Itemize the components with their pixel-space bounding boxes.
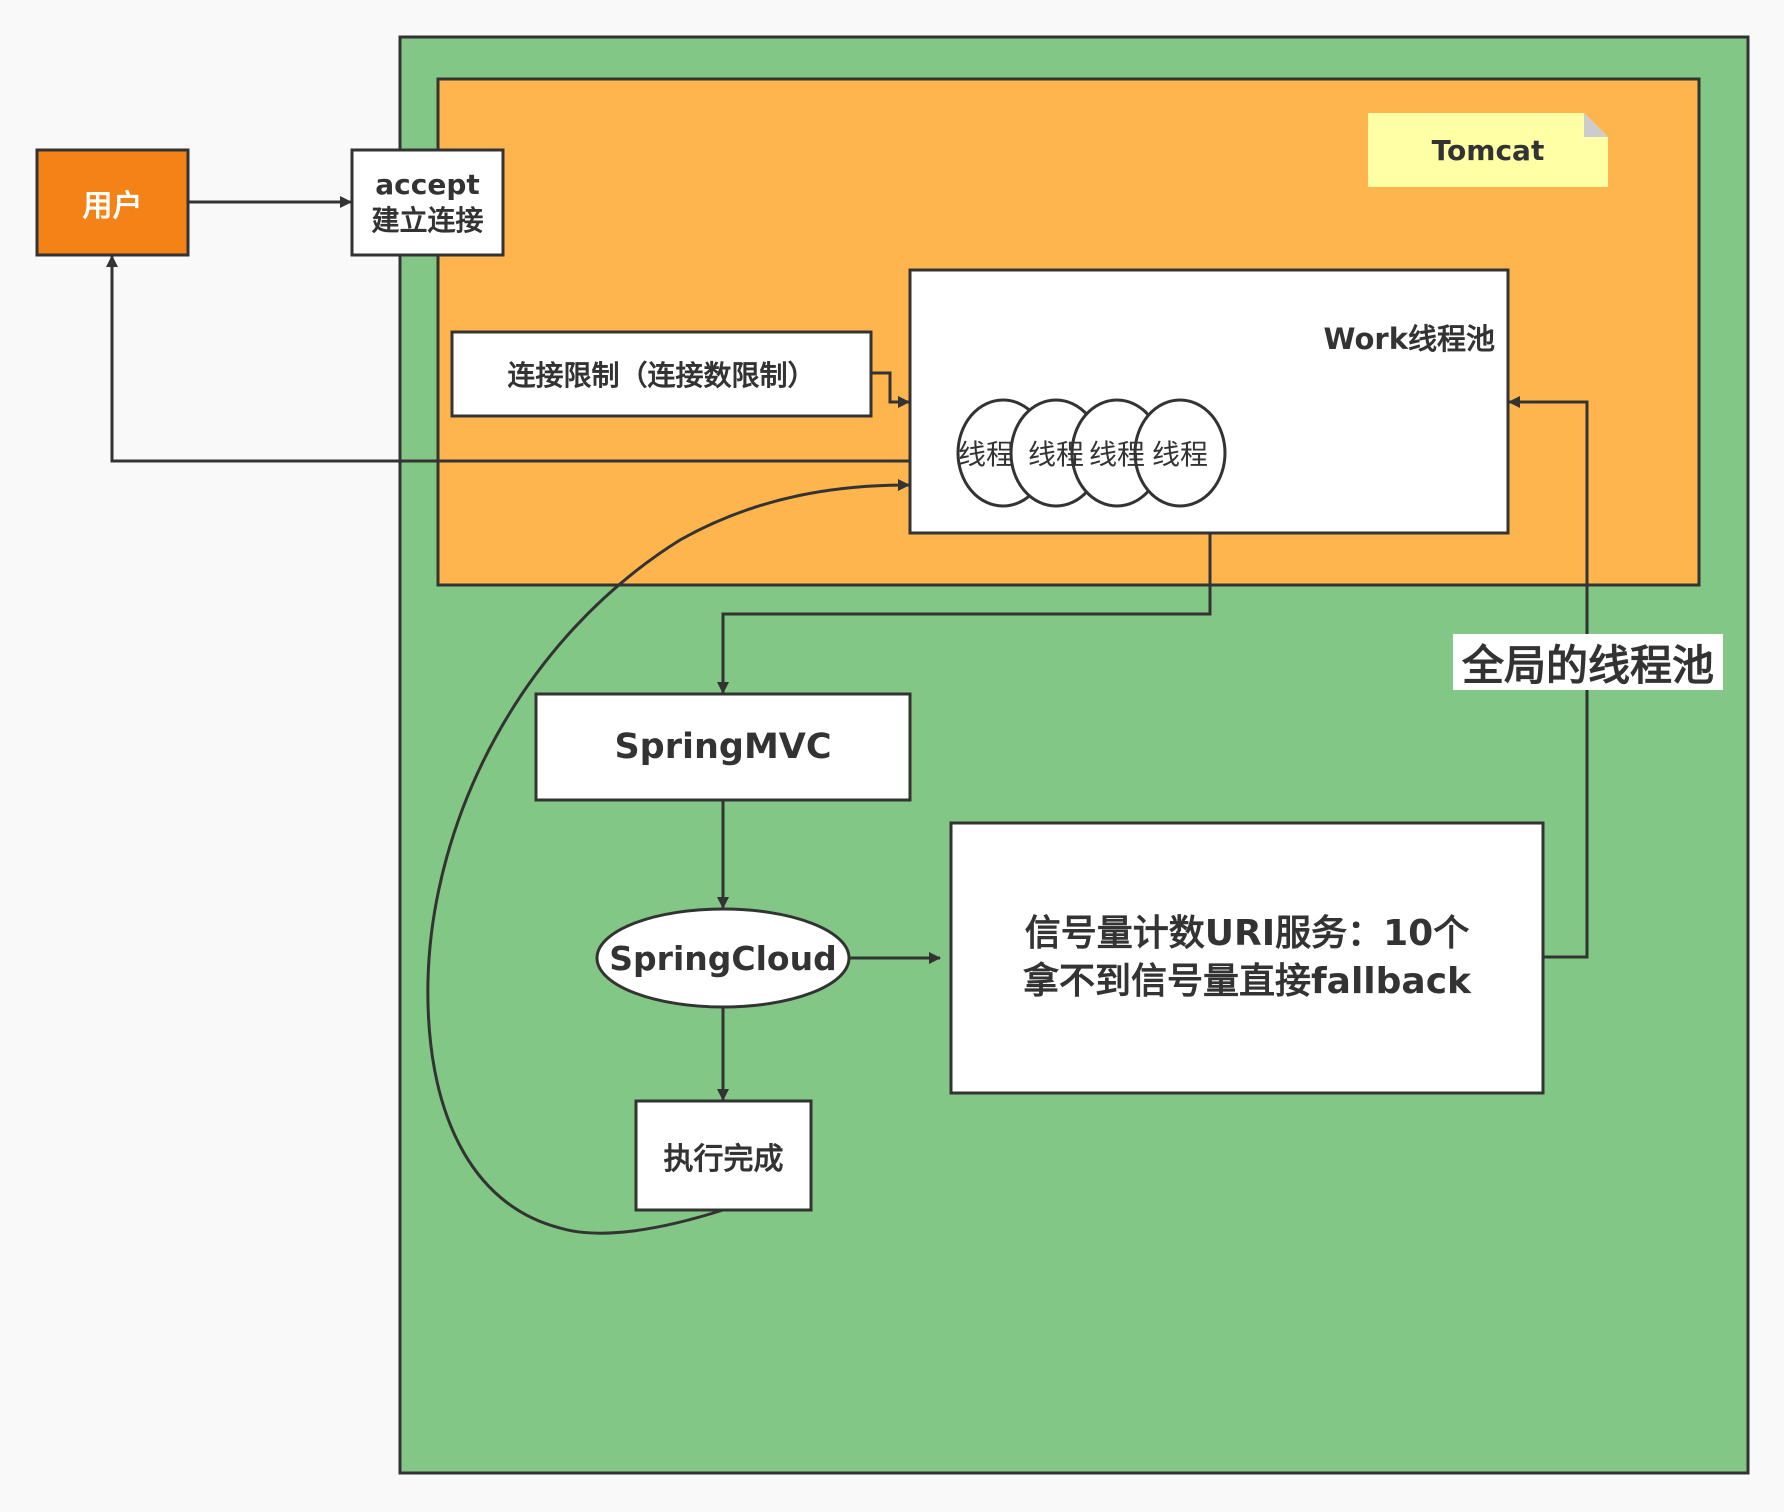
semaphore-label-line1: 信号量计数URI服务：10个 bbox=[1024, 913, 1470, 954]
global-pool-label: 全局的线程池 bbox=[1461, 640, 1714, 690]
accept-label-line1: accept bbox=[375, 167, 480, 201]
thread-label: 线程 bbox=[958, 438, 1015, 471]
semaphore-label: 信号量计数URI服务：10个 拿不到信号量直接fallback bbox=[951, 823, 1543, 1093]
done-label: 执行完成 bbox=[663, 1141, 784, 1177]
semaphore-label-line2: 拿不到信号量直接fallback bbox=[1023, 961, 1471, 1002]
work-pool-title: Work线程池 bbox=[1323, 322, 1495, 356]
user-label: 用户 bbox=[82, 188, 143, 224]
connection-limit-label: 连接限制（连接数限制） bbox=[507, 359, 816, 392]
accept-label-line2: 建立连接 bbox=[371, 203, 484, 237]
spring-cloud-label: SpringCloud bbox=[609, 938, 837, 978]
tomcat-note-label: Tomcat bbox=[1431, 133, 1545, 167]
accept-label: accept 建立连接 bbox=[352, 150, 503, 255]
thread-label: 线程 bbox=[1151, 438, 1208, 471]
spring-mvc-label: SpringMVC bbox=[614, 727, 832, 767]
